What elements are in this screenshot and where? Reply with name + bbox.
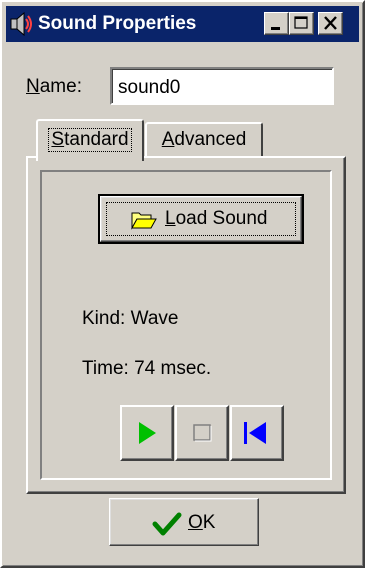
- name-label-text: ame:: [39, 76, 82, 97]
- playback-controls: [120, 405, 286, 461]
- minimize-icon: [271, 27, 280, 30]
- checkmark-icon: [152, 512, 182, 536]
- speaker-icon: [10, 11, 32, 37]
- name-label-accel: N: [26, 76, 40, 97]
- play-button[interactable]: [120, 405, 174, 461]
- rewind-button[interactable]: [230, 405, 284, 461]
- tab-advanced-accel: A: [161, 129, 175, 150]
- title-bar[interactable]: Sound Properties: [6, 6, 359, 42]
- name-input[interactable]: sound0: [110, 67, 334, 105]
- tab-standard-accel: S: [51, 129, 65, 150]
- maximize-icon: [294, 16, 308, 29]
- name-label: Name:: [26, 76, 82, 98]
- tab-standard-label: Standard: [48, 128, 132, 152]
- ok-text: K: [202, 512, 216, 533]
- standard-group-box: Load Sound Kind: Wave Time: 74 msec.: [40, 170, 332, 480]
- kind-text: Kind: Wave: [82, 308, 179, 329]
- minimize-button[interactable]: [264, 12, 289, 35]
- tab-standard[interactable]: Standard: [36, 119, 144, 161]
- ok-accel: O: [188, 512, 203, 533]
- tab-advanced-text: dvanced: [174, 129, 247, 150]
- time-text: Time: 74 msec.: [82, 358, 212, 379]
- tab-panel-standard: Load Sound Kind: Wave Time: 74 msec.: [26, 156, 346, 494]
- folder-open-icon: [131, 212, 157, 230]
- stop-button[interactable]: [175, 405, 229, 461]
- close-button[interactable]: [318, 12, 343, 35]
- stop-icon: [193, 424, 212, 442]
- ok-label: OK: [188, 512, 215, 534]
- ok-button[interactable]: OK: [109, 498, 259, 546]
- close-icon: [324, 16, 337, 30]
- sound-properties-window: Sound Properties Name: sound0 Standard A…: [0, 0, 365, 568]
- maximize-button[interactable]: [289, 12, 314, 35]
- tab-advanced[interactable]: Advanced: [145, 122, 263, 158]
- window-title: Sound Properties: [38, 13, 197, 34]
- load-sound-label: Load Sound: [165, 208, 268, 230]
- tab-advanced-label: Advanced: [162, 129, 247, 151]
- tab-standard-text: tandard: [64, 129, 129, 150]
- load-sound-button[interactable]: Load Sound: [98, 194, 304, 244]
- load-sound-text: oad Sound: [175, 208, 268, 229]
- play-icon: [139, 422, 156, 444]
- load-sound-accel: L: [165, 208, 176, 229]
- rewind-icon: [244, 422, 266, 444]
